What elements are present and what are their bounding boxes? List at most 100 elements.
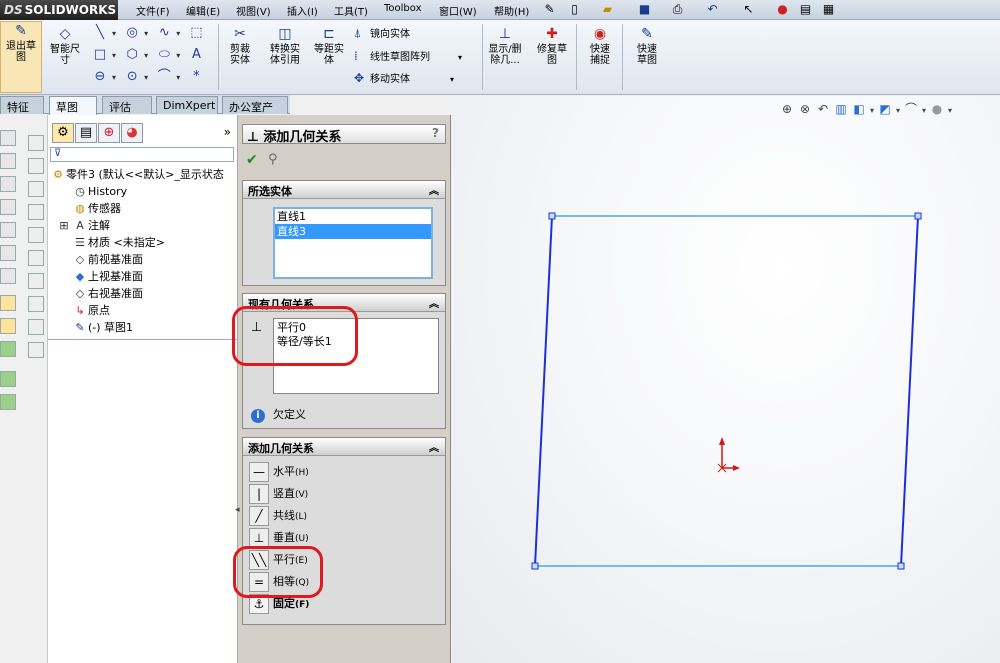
sketch-tool-icon[interactable] [0, 371, 16, 387]
tab-sketch[interactable]: 草图 [49, 96, 97, 115]
circle-icon[interactable]: ◎ [122, 23, 142, 43]
sketch-endpoint[interactable] [897, 562, 905, 570]
spline-icon[interactable]: ∿ [154, 23, 174, 43]
smart-dimension-button[interactable]: ◇ 智能尺寸 [45, 25, 85, 66]
ok-checkmark-icon[interactable]: ✔ [246, 152, 258, 168]
menu-tools[interactable]: 工具(T) [334, 3, 368, 18]
tree-item-front-plane[interactable]: ◇ 前视基准面 [56, 251, 143, 268]
tab-office-products[interactable]: 办公室产品 [222, 96, 288, 130]
selected-entities-header[interactable]: 所选实体 ︽ [243, 181, 445, 199]
move-entities-button[interactable]: ✥ 移动实体 ▾ [354, 70, 454, 85]
select-cursor-icon[interactable]: ↖ [741, 2, 756, 17]
display-manager-tab-icon[interactable]: ◕ [121, 123, 143, 143]
sketch-canvas[interactable] [452, 96, 1000, 663]
list-item[interactable]: 直线3 [275, 224, 431, 239]
exit-sketch-button[interactable]: ✎ 退出草图 [0, 21, 42, 93]
tree-item-material[interactable]: ☰ 材质 <未指定> [56, 234, 165, 251]
grey-tool-icon[interactable] [28, 135, 44, 151]
collapse-icon[interactable]: ︽ [429, 182, 439, 197]
undo-icon[interactable]: ↶ [705, 2, 720, 17]
rectangle-icon[interactable]: □ [90, 45, 110, 65]
grey-tool-icon[interactable] [28, 319, 44, 335]
tree-item-right-plane[interactable]: ◇ 右视基准面 [56, 285, 143, 302]
tree-item-origin[interactable]: ↳ 原点 [56, 302, 110, 319]
open-folder-icon[interactable]: ▰ [600, 2, 615, 17]
slot-icon[interactable]: ⊖ [90, 67, 110, 87]
grey-tool-icon[interactable] [28, 250, 44, 266]
graphics-area[interactable]: ⊕ ⊗ ↶ ▥ ◧ ▾ ◩ ▾ ⌒ ▾ ● ▾ [452, 96, 1000, 663]
tree-item-sketch1[interactable]: ✎ (-) 草图1 [56, 319, 133, 336]
menu-window[interactable]: 窗口(W) [439, 3, 477, 18]
filter-field[interactable]: ⊽ [50, 147, 234, 162]
rapid-sketch-button[interactable]: ✎ 快速草图 [626, 25, 668, 66]
view-icon[interactable] [0, 153, 16, 169]
sketch-fillet-icon[interactable]: ⬚ [186, 23, 206, 43]
collapse-icon[interactable]: ︽ [429, 439, 439, 454]
selected-entities-list[interactable]: 直线1 直线3 [273, 207, 433, 279]
rebuild-icon[interactable]: ● [775, 2, 790, 17]
sketch-endpoint[interactable] [548, 212, 556, 220]
tree-item-top-plane[interactable]: ◆ 上视基准面 [56, 268, 143, 285]
relation-perpendicular-button[interactable]: ⊥ 垂直(U) [249, 528, 369, 548]
sketch-tool-icon[interactable] [0, 318, 16, 334]
grey-tool-icon[interactable] [28, 181, 44, 197]
relation-collinear-button[interactable]: ╱ 共线(L) [249, 506, 369, 526]
grey-tool-icon[interactable] [28, 296, 44, 312]
mirror-entities-button[interactable]: ⍋ 镜向实体 [354, 25, 410, 41]
print-icon[interactable]: ⎙ [670, 2, 685, 17]
offset-entities-button[interactable]: ⊏ 等距实体 [309, 25, 349, 66]
add-relations-header[interactable]: 添加几何关系 ︽ [243, 438, 445, 456]
list-item[interactable]: 直线1 [275, 209, 431, 224]
line-icon[interactable]: ╲ [90, 23, 110, 43]
relation-horizontal-button[interactable]: — 水平(H) [249, 462, 369, 482]
grey-tool-icon[interactable] [28, 227, 44, 243]
configuration-tab-icon[interactable]: ⊕ [98, 123, 120, 143]
options-icon[interactable]: ▦ [821, 2, 836, 17]
pushpin-icon[interactable]: ⚲ [268, 152, 278, 167]
trim-entities-button[interactable]: ✂ 剪裁实体 [222, 25, 258, 66]
grey-tool-icon[interactable] [28, 273, 44, 289]
view-icon[interactable] [0, 199, 16, 215]
save-icon[interactable]: ■ [637, 2, 652, 17]
tree-item-history[interactable]: ◷ History [56, 183, 127, 200]
expand-icon[interactable]: ⊞ [56, 217, 72, 234]
polygon-icon[interactable]: ⬡ [122, 45, 142, 65]
collapse-icon[interactable]: ︽ [429, 295, 439, 310]
point-icon[interactable]: ⊙ [122, 67, 142, 87]
tab-evaluate[interactable]: 评估 [102, 96, 152, 114]
tree-item-part[interactable]: ⚙ 零件3 (默认<<默认>_显示状态 [50, 166, 224, 183]
file-properties-icon[interactable]: ▤ [798, 2, 813, 17]
app-logo[interactable]: DS SOLIDWORKS [0, 0, 118, 20]
pin-icon[interactable]: ✎ [542, 2, 557, 17]
menu-help[interactable]: 帮助(H) [494, 3, 529, 18]
view-icon[interactable] [0, 176, 16, 192]
sketch-endpoint[interactable] [531, 562, 539, 570]
quick-snaps-button[interactable]: ◉ 快速捕捉 [580, 25, 620, 66]
linear-pattern-button[interactable]: ⁞ 线性草图阵列 ▾ [354, 48, 462, 63]
plane-point-icon[interactable]: * [186, 67, 206, 87]
tab-features[interactable]: 特征 [0, 96, 44, 114]
repair-sketch-button[interactable]: ✚ 修复草图 [532, 25, 572, 66]
sketch-tool-icon[interactable] [0, 295, 16, 311]
convert-entities-button[interactable]: ◫ 转换实体引用 [264, 25, 306, 66]
view-icon[interactable] [0, 268, 16, 284]
view-icon[interactable] [0, 245, 16, 261]
sketch-endpoint[interactable] [914, 212, 922, 220]
help-icon[interactable]: ? [432, 126, 439, 140]
grey-tool-icon[interactable] [28, 204, 44, 220]
property-manager-tab-icon[interactable]: ▤ [75, 123, 97, 143]
grey-tool-icon[interactable] [28, 342, 44, 358]
sketch-tool-icon[interactable] [0, 341, 16, 357]
text-icon[interactable]: A [186, 45, 206, 65]
arc-icon[interactable]: ⌒ [154, 67, 174, 87]
menu-insert[interactable]: 插入(I) [287, 3, 318, 18]
relation-vertical-button[interactable]: | 竖直(V) [249, 484, 369, 504]
feature-tree-tab-icon[interactable]: ⚙ [52, 123, 74, 143]
sketch-line-left[interactable] [534, 215, 553, 567]
menu-edit[interactable]: 编辑(E) [186, 3, 220, 18]
tab-dimxpert[interactable]: DimXpert [156, 96, 218, 114]
menu-view[interactable]: 视图(V) [236, 3, 271, 18]
view-icon[interactable] [0, 130, 16, 146]
ellipse-icon[interactable]: ⬭ [154, 45, 174, 65]
tree-item-annotations[interactable]: ⊞ A 注解 [56, 217, 110, 234]
